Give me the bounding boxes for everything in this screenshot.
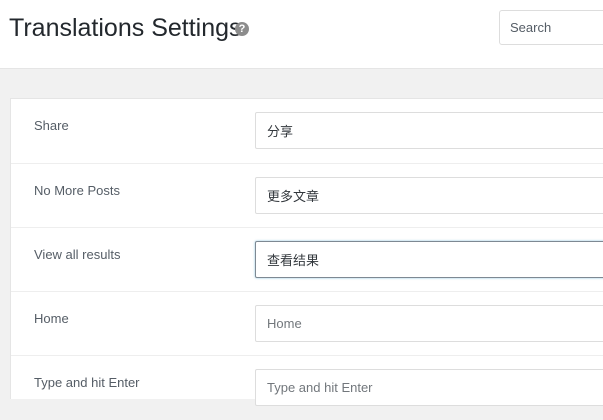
setting-label-share: Share (34, 118, 69, 133)
setting-label-no-more-posts: No More Posts (34, 183, 120, 198)
top-header-bar: Translations Settings ? (0, 0, 603, 69)
setting-input-view-all-results[interactable] (255, 241, 603, 278)
page-title: Translations Settings (9, 14, 242, 42)
setting-label-home: Home (34, 311, 69, 326)
setting-label-type-and-hit-enter: Type and hit Enter (34, 375, 140, 390)
setting-input-no-more-posts[interactable] (255, 177, 603, 214)
setting-label-view-all-results: View all results (34, 247, 121, 262)
setting-row-view-all-results: View all results (11, 227, 603, 292)
translations-settings-panel: Share No More Posts View all results Hom… (10, 98, 603, 406)
setting-row-home: Home (11, 291, 603, 356)
question-circle-icon[interactable]: ? (235, 22, 249, 36)
setting-input-share[interactable] (255, 112, 603, 149)
setting-row-no-more-posts: No More Posts (11, 163, 603, 228)
setting-input-home[interactable] (255, 305, 603, 342)
search-input[interactable] (499, 10, 603, 45)
setting-input-type-and-hit-enter[interactable] (255, 369, 603, 406)
setting-row-share: Share (11, 99, 603, 163)
setting-row-type-and-hit-enter: Type and hit Enter (11, 355, 603, 420)
